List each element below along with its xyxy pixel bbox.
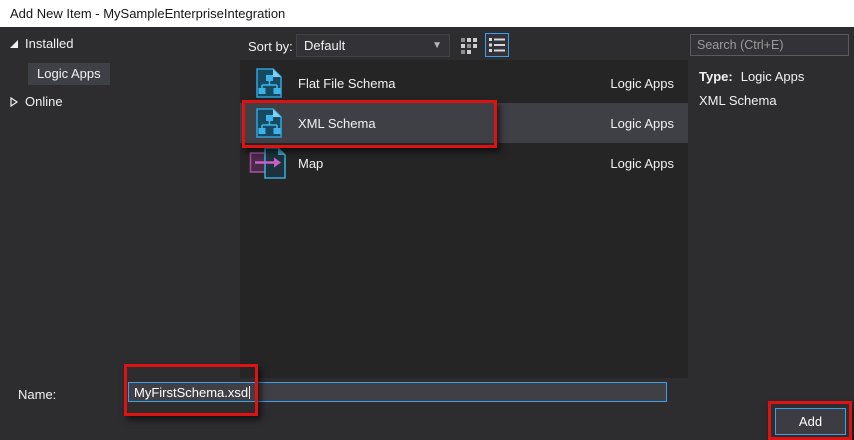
- small-icons-view-button[interactable]: [457, 35, 481, 57]
- list-view-button[interactable]: [485, 33, 509, 57]
- file-name-value: MyFirstSchema.xsd: [129, 385, 248, 400]
- tree-node-label: Online: [25, 94, 63, 109]
- chevron-down-icon: ▼: [432, 40, 449, 51]
- template-category: Logic Apps: [610, 116, 688, 131]
- expanded-arrow-icon: [8, 38, 20, 50]
- add-button-label: Add: [799, 414, 822, 429]
- template-description: XML Schema: [699, 93, 777, 108]
- text-caret: [249, 386, 250, 399]
- grid-view-icon: [461, 38, 478, 54]
- schema-file-icon: [246, 66, 292, 100]
- template-category: Logic Apps: [610, 156, 688, 171]
- tree-node-label: Installed: [25, 36, 73, 51]
- schema-file-icon: [246, 106, 292, 140]
- search-placeholder: Search (Ctrl+E): [691, 38, 783, 52]
- add-button[interactable]: Add: [775, 408, 846, 435]
- template-name: XML Schema: [292, 116, 610, 131]
- dialog-titlebar: Add New Item - MySampleEnterpriseIntegra…: [0, 0, 854, 27]
- add-new-item-dialog: Add New Item - MySampleEnterpriseIntegra…: [0, 0, 854, 440]
- template-type-line: Type: Logic Apps: [699, 69, 804, 84]
- collapsed-arrow-icon: [8, 96, 20, 108]
- tree-node-logic-apps[interactable]: Logic Apps: [28, 63, 110, 85]
- search-input[interactable]: Search (Ctrl+E): [690, 34, 849, 56]
- tree-node-label: Logic Apps: [37, 66, 101, 81]
- template-row-flat-file-schema[interactable]: Flat File Schema Logic Apps: [240, 63, 688, 103]
- template-name: Map: [292, 156, 610, 171]
- list-view-icon: [489, 38, 505, 52]
- template-row-map[interactable]: Map Logic Apps: [240, 143, 688, 183]
- template-row-xml-schema[interactable]: XML Schema Logic Apps: [240, 103, 688, 143]
- type-label: Type:: [699, 69, 733, 84]
- sort-dropdown[interactable]: Default ▼: [296, 34, 450, 57]
- sort-dropdown-value: Default: [297, 38, 432, 53]
- dialog-title: Add New Item - MySampleEnterpriseIntegra…: [10, 6, 285, 21]
- map-file-icon: [246, 146, 292, 180]
- template-name: Flat File Schema: [292, 76, 610, 91]
- tree-node-installed[interactable]: Installed: [8, 36, 73, 51]
- template-list: Flat File Schema Logic Apps XML Schema L…: [240, 60, 688, 378]
- file-name-input[interactable]: MyFirstSchema.xsd: [128, 382, 667, 402]
- name-label: Name:: [18, 387, 56, 402]
- tree-node-online[interactable]: Online: [8, 94, 63, 109]
- sort-by-label: Sort by:: [248, 39, 293, 54]
- type-value: Logic Apps: [741, 69, 805, 84]
- template-category: Logic Apps: [610, 76, 688, 91]
